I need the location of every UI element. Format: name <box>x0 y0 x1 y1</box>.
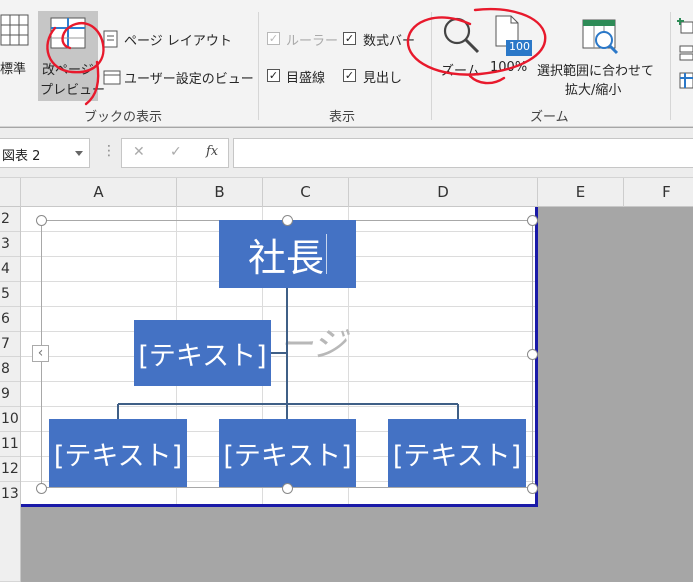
red-annotation-marks <box>46 8 547 106</box>
annotation-circle-zoom <box>406 8 547 85</box>
annotation-circle-page-break <box>46 21 105 106</box>
